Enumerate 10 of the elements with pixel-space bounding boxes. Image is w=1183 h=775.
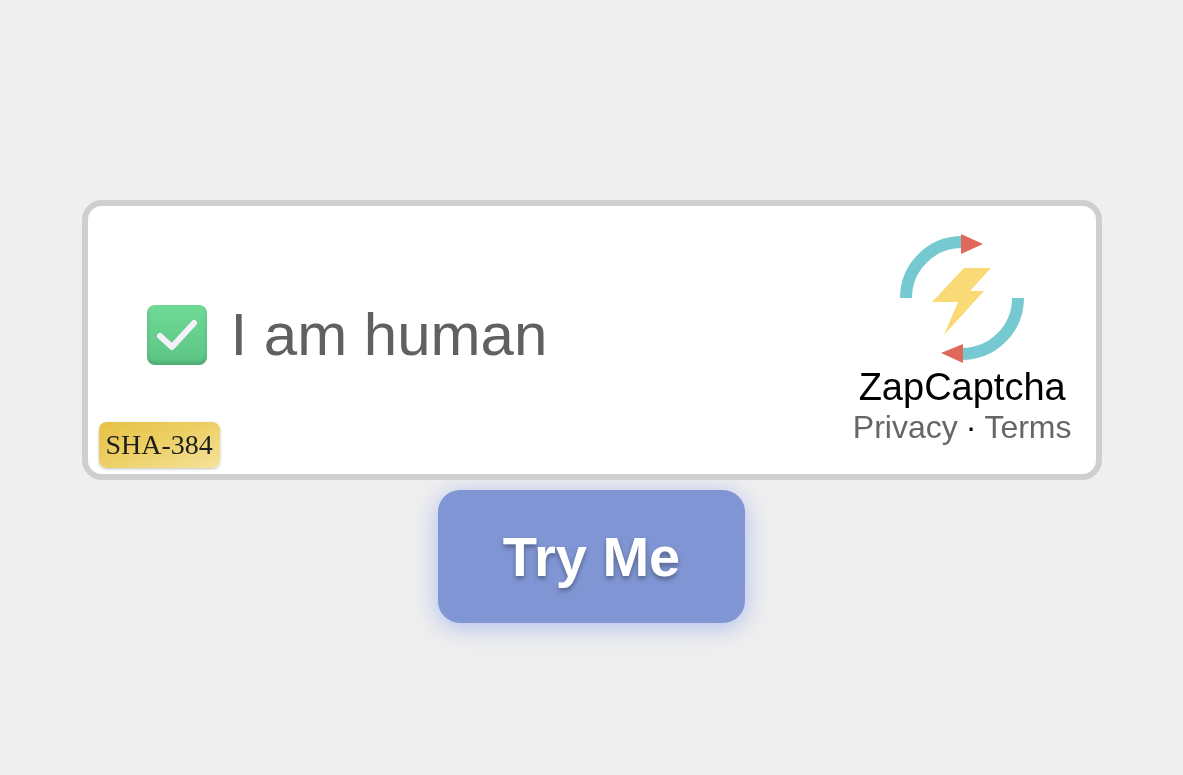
separator-dot: ·	[965, 409, 977, 447]
hash-badge: SHA-384	[98, 422, 220, 468]
checkbox[interactable]	[146, 304, 207, 365]
try-me-button[interactable]: Try Me	[438, 490, 745, 623]
brand-name: ZapCaptcha	[858, 365, 1066, 410]
privacy-link[interactable]: Privacy	[852, 409, 958, 447]
terms-link[interactable]: Terms	[984, 409, 1072, 447]
checkmark-icon	[154, 317, 199, 352]
checkbox-label: I am human	[230, 300, 548, 369]
lightning-refresh-logo-icon	[900, 233, 1025, 364]
